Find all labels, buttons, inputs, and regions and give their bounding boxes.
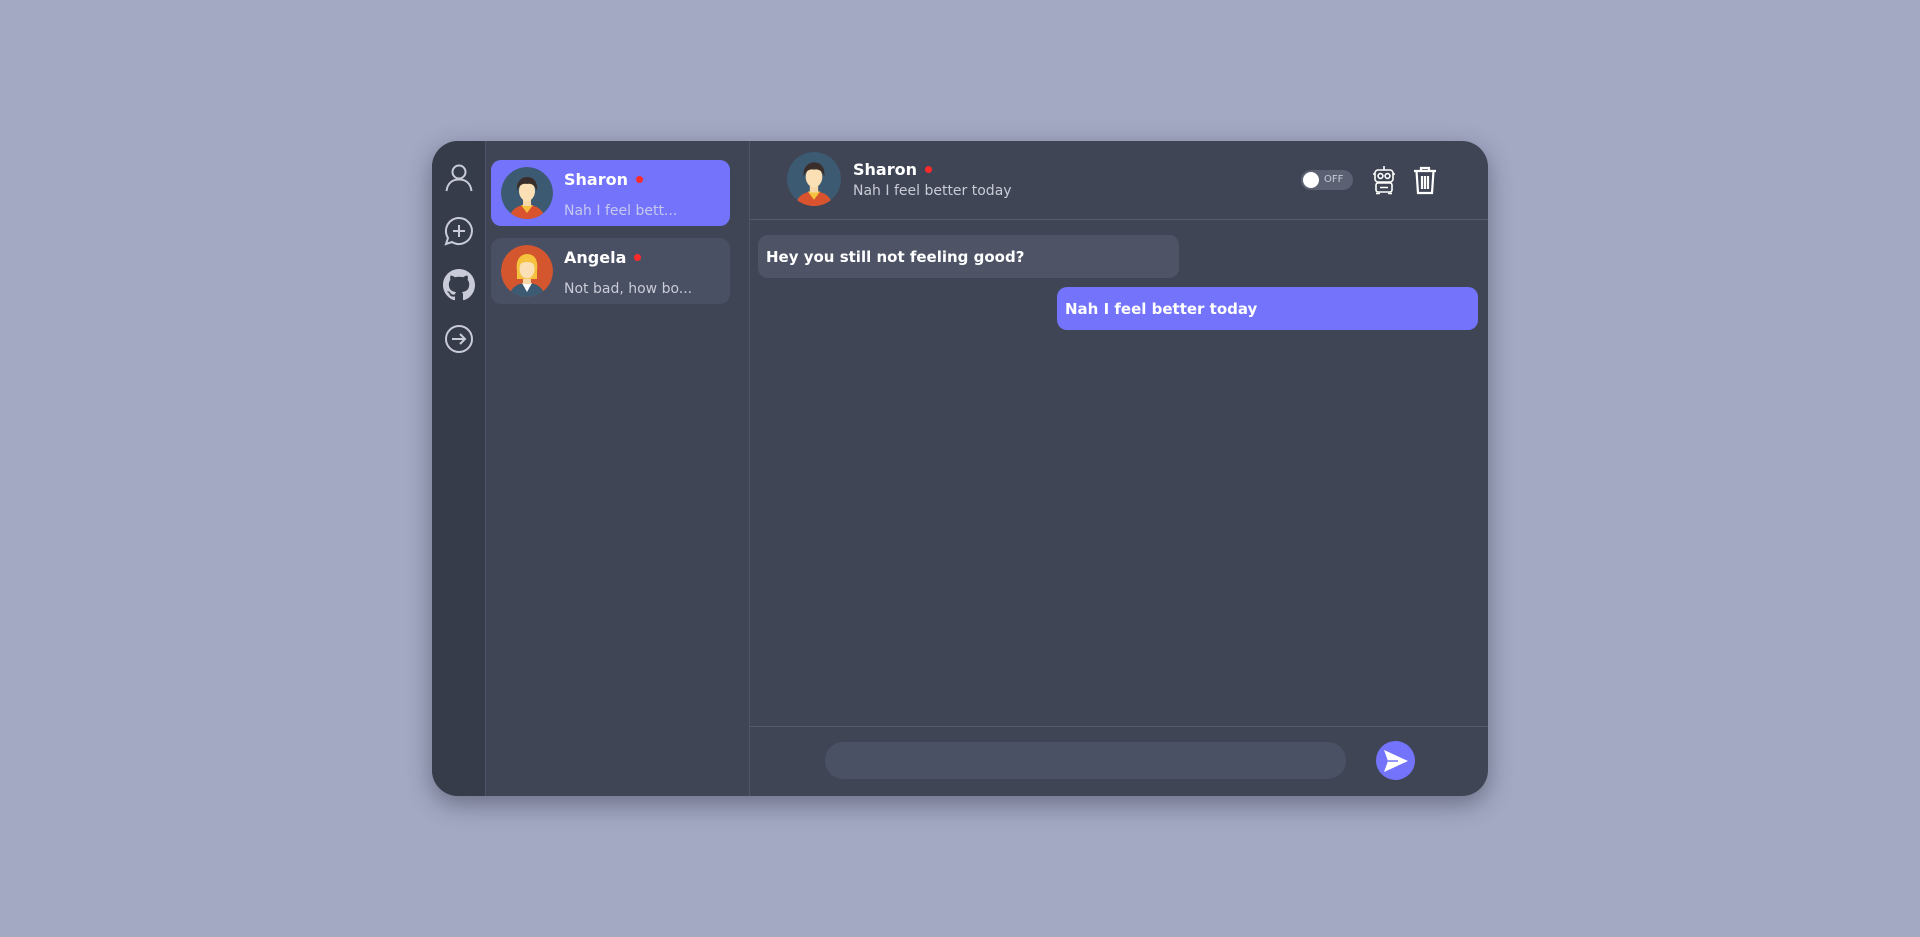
- online-status-dot: [924, 166, 932, 173]
- trash-icon: [1414, 166, 1436, 195]
- send-icon: [1383, 749, 1408, 772]
- avatar: [787, 152, 841, 206]
- new-chat-button[interactable]: [443, 215, 475, 247]
- chat-contact-name: Sharon: [853, 160, 932, 179]
- message-composer: [750, 726, 1488, 796]
- chat-header: Sharon Nah I feel better today OFF: [750, 141, 1488, 220]
- robot-button[interactable]: [1370, 165, 1398, 195]
- logout-button[interactable]: [443, 323, 475, 355]
- chat-contact-status: Nah I feel better today: [853, 183, 1012, 199]
- logout-icon: [444, 325, 473, 353]
- robot-icon: [1373, 166, 1395, 195]
- contact-preview: Not bad, how bo...: [564, 281, 693, 297]
- message-outgoing: Nah I feel better today: [1057, 287, 1478, 330]
- chat-app-window: Sharon Nah I feel bett... Angela Not bad…: [432, 141, 1488, 796]
- profile-button[interactable]: [443, 161, 475, 193]
- message-input[interactable]: [825, 742, 1346, 779]
- contact-name: Sharon: [564, 170, 677, 189]
- contact-preview: Nah I feel bett...: [564, 203, 678, 219]
- send-button[interactable]: [1376, 741, 1415, 780]
- contact-name: Angela: [564, 248, 692, 267]
- avatar: [501, 167, 553, 219]
- chat-panel: Sharon Nah I feel better today OFF Hey y…: [750, 141, 1488, 796]
- avatar: [501, 245, 553, 297]
- contact-item-sharon[interactable]: Sharon Nah I feel bett...: [491, 160, 730, 226]
- side-rail: [432, 141, 486, 796]
- online-status-dot: [634, 254, 642, 261]
- github-icon: [442, 269, 475, 301]
- contact-list: Sharon Nah I feel bett... Angela Not bad…: [486, 141, 750, 796]
- message-incoming: Hey you still not feeling good?: [758, 235, 1179, 278]
- contact-item-angela[interactable]: Angela Not bad, how bo...: [491, 238, 730, 304]
- user-icon: [445, 164, 472, 192]
- github-button[interactable]: [442, 269, 475, 301]
- toggle-knob: [1303, 172, 1319, 188]
- toggle-switch[interactable]: OFF: [1301, 170, 1353, 190]
- toggle-label: OFF: [1324, 174, 1344, 185]
- new-chat-icon: [443, 216, 473, 246]
- delete-chat-button[interactable]: [1411, 165, 1439, 195]
- online-status-dot: [635, 176, 643, 183]
